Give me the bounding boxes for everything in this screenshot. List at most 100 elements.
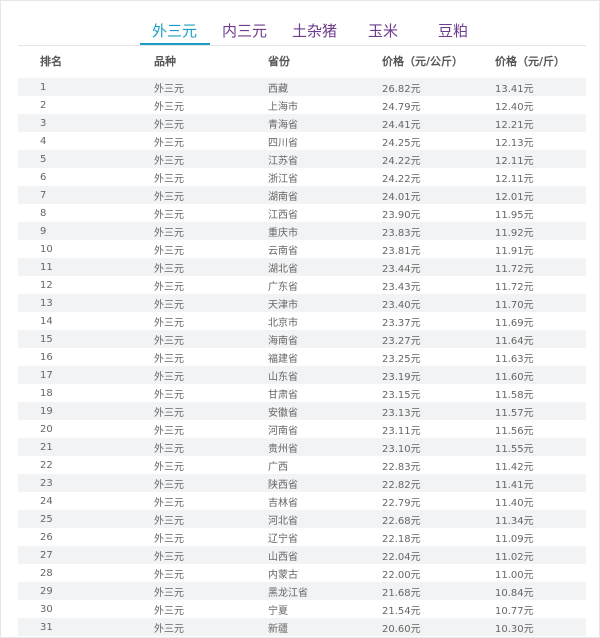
cell-price-per-jin: 11.40元 [495,497,534,509]
table-row: 28 外三元 内蒙古 22.00元 11.00元 [18,564,586,582]
table-row: 29 外三元 黑龙江省 21.68元 10.84元 [18,582,586,600]
tab-nei-san-yuan[interactable]: 内三元 [222,20,267,41]
cell-province: 甘肃省 [268,389,298,401]
cell-rank: 11 [40,261,53,273]
cell-breed: 外三元 [154,353,184,365]
cell-breed: 外三元 [154,227,184,239]
cell-rank: 31 [40,621,53,633]
cell-price-per-kg: 23.10元 [382,443,421,455]
cell-province: 西藏 [268,83,288,95]
cell-price-per-kg: 24.22元 [382,155,421,167]
table-row: 20 外三元 河南省 23.11元 11.56元 [18,420,586,438]
cell-rank: 14 [40,315,53,327]
table-row: 30 外三元 宁夏 21.54元 10.77元 [18,600,586,618]
table-row: 3 外三元 青海省 24.41元 12.21元 [18,114,586,132]
cell-province: 宁夏 [268,605,288,617]
table-row: 7 外三元 湖南省 24.01元 12.01元 [18,186,586,204]
cell-price-per-jin: 10.84元 [495,587,534,599]
cell-price-per-jin: 12.11元 [495,173,534,185]
cell-price-per-jin: 10.30元 [495,623,534,635]
table-row: 27 外三元 山西省 22.04元 11.02元 [18,546,586,564]
table-row: 16 外三元 福建省 23.25元 11.63元 [18,348,586,366]
cell-rank: 28 [40,567,53,579]
cell-price-per-jin: 11.55元 [495,443,534,455]
table-row: 21 外三元 贵州省 23.10元 11.55元 [18,438,586,456]
header-rank: 排名 [40,55,62,68]
category-tabs: 外三元 内三元 土杂猪 玉米 豆粕 [0,14,600,46]
table-row: 14 外三元 北京市 23.37元 11.69元 [18,312,586,330]
cell-price-per-jin: 12.21元 [495,119,534,131]
cell-province: 湖南省 [268,191,298,203]
cell-price-per-kg: 22.00元 [382,569,421,581]
table-row: 24 外三元 吉林省 22.79元 11.40元 [18,492,586,510]
tabs-divider [18,45,586,46]
cell-breed: 外三元 [154,335,184,347]
cell-price-per-jin: 13.41元 [495,83,534,95]
table-row: 26 外三元 辽宁省 22.18元 11.09元 [18,528,586,546]
cell-province: 重庆市 [268,227,298,239]
cell-breed: 外三元 [154,299,184,311]
cell-rank: 23 [40,477,53,489]
cell-price-per-jin: 12.40元 [495,101,534,113]
cell-rank: 13 [40,297,53,309]
cell-breed: 外三元 [154,623,184,635]
cell-price-per-kg: 23.13元 [382,407,421,419]
cell-province: 北京市 [268,317,298,329]
cell-breed: 外三元 [154,245,184,257]
table-row: 13 外三元 天津市 23.40元 11.70元 [18,294,586,312]
tab-wai-san-yuan[interactable]: 外三元 [152,20,197,41]
cell-price-per-jin: 12.13元 [495,137,534,149]
cell-breed: 外三元 [154,389,184,401]
cell-breed: 外三元 [154,407,184,419]
tab-dou-po[interactable]: 豆粕 [438,20,468,41]
table-row: 6 外三元 浙江省 24.22元 12.11元 [18,168,586,186]
cell-breed: 外三元 [154,515,184,527]
tab-tu-za-zhu[interactable]: 土杂猪 [292,20,337,41]
cell-breed: 外三元 [154,83,184,95]
cell-province: 湖北省 [268,263,298,275]
cell-breed: 外三元 [154,209,184,221]
cell-province: 江西省 [268,209,298,221]
cell-price-per-jin: 11.69元 [495,317,534,329]
header-province: 省份 [268,55,290,68]
cell-province: 天津市 [268,299,298,311]
cell-price-per-kg: 23.81元 [382,245,421,257]
cell-breed: 外三元 [154,281,184,293]
cell-price-per-jin: 12.01元 [495,191,534,203]
table-row: 15 外三元 海南省 23.27元 11.64元 [18,330,586,348]
cell-province: 陕西省 [268,479,298,491]
cell-province: 贵州省 [268,443,298,455]
table-row: 10 外三元 云南省 23.81元 11.91元 [18,240,586,258]
cell-price-per-jin: 11.41元 [495,479,534,491]
cell-breed: 外三元 [154,173,184,185]
cell-province: 安徽省 [268,407,298,419]
cell-price-per-kg: 23.44元 [382,263,421,275]
price-table: 排名 品种 省份 价格（元/公斤） 价格（元/斤） 1 外三元 西藏 26.82元 13… [18,48,586,636]
cell-price-per-jin: 11.58元 [495,389,534,401]
cell-price-per-kg: 23.27元 [382,335,421,347]
cell-breed: 外三元 [154,425,184,437]
cell-province: 上海市 [268,101,298,113]
cell-breed: 外三元 [154,101,184,113]
cell-province: 黑龙江省 [268,587,308,599]
cell-province: 内蒙古 [268,569,298,581]
cell-rank: 7 [40,189,47,201]
cell-province: 吉林省 [268,497,298,509]
cell-province: 山东省 [268,371,298,383]
cell-rank: 2 [40,99,47,111]
cell-breed: 外三元 [154,137,184,149]
cell-price-per-jin: 11.92元 [495,227,534,239]
tab-yu-mi[interactable]: 玉米 [368,20,398,41]
cell-province: 广东省 [268,281,298,293]
cell-rank: 12 [40,279,53,291]
cell-price-per-kg: 22.82元 [382,479,421,491]
table-row: 2 外三元 上海市 24.79元 12.40元 [18,96,586,114]
cell-rank: 24 [40,495,53,507]
cell-province: 广西 [268,461,288,473]
cell-province: 辽宁省 [268,533,298,545]
cell-price-per-kg: 22.83元 [382,461,421,473]
table-row: 4 外三元 四川省 24.25元 12.13元 [18,132,586,150]
table-row: 1 外三元 西藏 26.82元 13.41元 [18,78,586,96]
cell-rank: 5 [40,153,47,165]
cell-breed: 外三元 [154,263,184,275]
